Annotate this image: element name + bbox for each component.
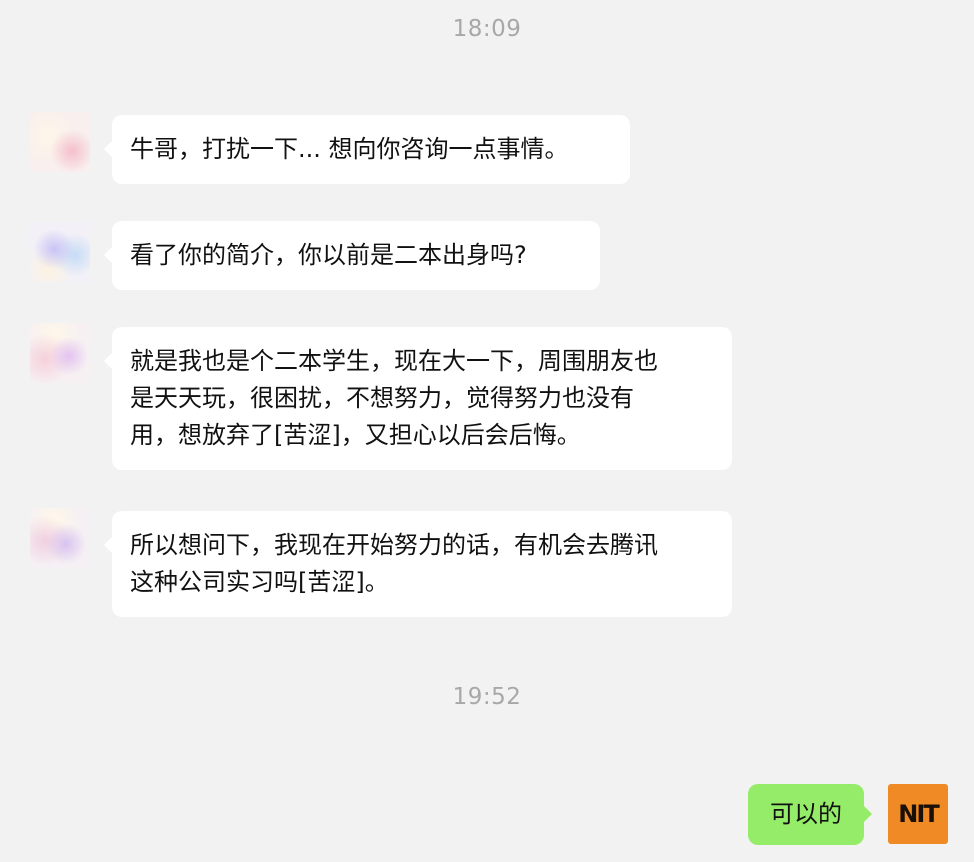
avatar[interactable] bbox=[30, 508, 90, 568]
timestamp: 19:52 bbox=[452, 684, 522, 710]
message-text-line: 看了你的简介，你以前是二本出身吗? bbox=[130, 241, 527, 269]
message-bubble[interactable]: 就是我也是个二本学生，现在大一下，周围朋友也 是天天玩，很困扰，不想努力，觉得努… bbox=[104, 327, 732, 470]
message-text-line: 是天天玩，很困扰，不想努力，觉得努力也没有 bbox=[130, 384, 634, 412]
message-text-line: 就是我也是个二本学生，现在大一下，周围朋友也 bbox=[130, 347, 658, 375]
avatar[interactable] bbox=[30, 323, 90, 383]
logo-icon: NIT bbox=[898, 800, 939, 828]
avatar[interactable] bbox=[30, 112, 90, 172]
message-text-line: 用，想放弃了[苦涩]，又担心以后会后悔。 bbox=[130, 421, 581, 449]
timestamp: 18:09 bbox=[452, 16, 522, 42]
message-bubble[interactable]: 看了你的简介，你以前是二本出身吗? bbox=[104, 221, 600, 290]
message-bubble[interactable]: 牛哥，打扰一下... 想向你咨询一点事情。 bbox=[104, 115, 630, 184]
message-text-line: 牛哥，打扰一下... 想向你咨询一点事情。 bbox=[130, 135, 569, 163]
chat-window: { "timestamps": ["18:09", "19:52"], "mes… bbox=[0, 0, 974, 862]
message-bubble[interactable]: 所以想问下，我现在开始努力的话，有机会去腾讯 这种公司实习吗[苦涩]。 bbox=[104, 511, 732, 617]
message-bubble[interactable]: 可以的 bbox=[748, 784, 872, 845]
message-text-line: 所以想问下，我现在开始努力的话，有机会去腾讯 bbox=[130, 531, 658, 559]
avatar[interactable] bbox=[30, 222, 90, 282]
message-text-line: 这种公司实习吗[苦涩]。 bbox=[130, 568, 389, 596]
message-text-line: 可以的 bbox=[770, 800, 842, 828]
self-avatar[interactable]: NIT bbox=[888, 784, 948, 844]
